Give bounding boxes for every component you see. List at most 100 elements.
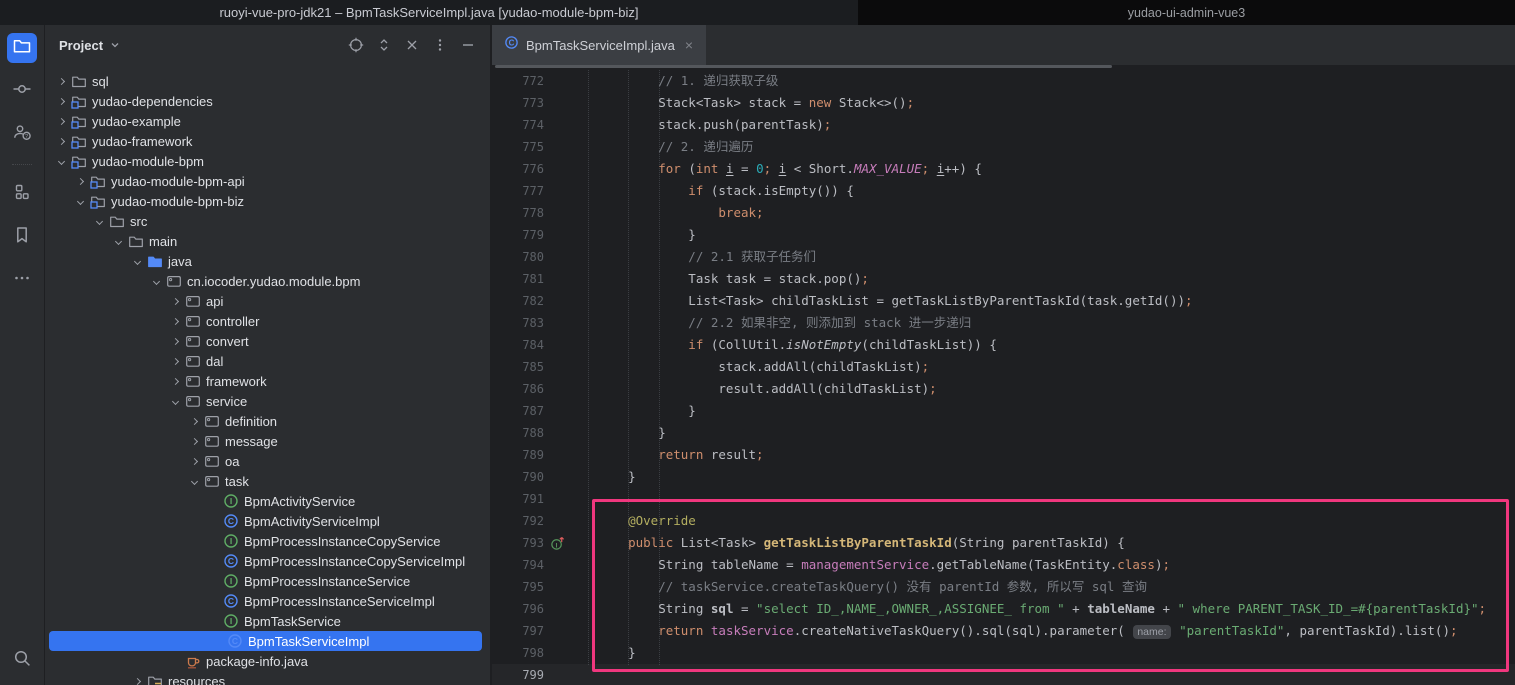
- gutter[interactable]: 797: [492, 624, 576, 638]
- code-text[interactable]: if (CollUtil.isNotEmpty(childTaskList)) …: [576, 334, 997, 356]
- chevron-right-icon[interactable]: [53, 119, 70, 124]
- line-number[interactable]: 788: [492, 426, 544, 440]
- gutter[interactable]: 793I: [492, 536, 576, 551]
- gutter[interactable]: 777: [492, 184, 576, 198]
- code-text[interactable]: break;: [576, 202, 764, 224]
- gutter[interactable]: 790: [492, 470, 576, 484]
- line-number[interactable]: 795: [492, 580, 544, 594]
- line-number[interactable]: 792: [492, 514, 544, 528]
- code-line-776[interactable]: 776 for (int i = 0; i < Short.MAX_VALUE;…: [492, 158, 1515, 180]
- code-line-780[interactable]: 780 // 2.1 获取子任务们: [492, 246, 1515, 268]
- locate-file-icon[interactable]: [344, 33, 368, 57]
- line-number[interactable]: 781: [492, 272, 544, 286]
- tree-item-yudao-example[interactable]: yudao-example: [45, 111, 490, 131]
- gutter[interactable]: 792: [492, 514, 576, 528]
- code-text[interactable]: @Override: [576, 510, 696, 532]
- gutter[interactable]: 779: [492, 228, 576, 242]
- gutter[interactable]: 794: [492, 558, 576, 572]
- chevron-right-icon[interactable]: [167, 299, 184, 304]
- gutter[interactable]: 782: [492, 294, 576, 308]
- tree-item-yudao-framework[interactable]: yudao-framework: [45, 131, 490, 151]
- gutter[interactable]: 789: [492, 448, 576, 462]
- line-number[interactable]: 777: [492, 184, 544, 198]
- line-number[interactable]: 787: [492, 404, 544, 418]
- activity-more-tool-windows-button[interactable]: [7, 265, 37, 295]
- line-number[interactable]: 785: [492, 360, 544, 374]
- code-text[interactable]: // 2.2 如果非空, 则添加到 stack 进一步递归: [576, 312, 971, 334]
- line-number[interactable]: 797: [492, 624, 544, 638]
- line-number[interactable]: 774: [492, 118, 544, 132]
- tree-item-src[interactable]: src: [45, 211, 490, 231]
- code-text[interactable]: stack.addAll(childTaskList);: [576, 356, 929, 378]
- code-text[interactable]: }: [576, 224, 696, 246]
- line-number[interactable]: 773: [492, 96, 544, 110]
- code-line-788[interactable]: 788 }: [492, 422, 1515, 444]
- tree-item-task[interactable]: task: [45, 471, 490, 491]
- chevron-down-icon[interactable]: [148, 279, 165, 284]
- implements-method-icon[interactable]: I: [544, 536, 570, 551]
- hide-panel-icon[interactable]: [456, 33, 480, 57]
- code-text[interactable]: }: [576, 466, 636, 488]
- line-number[interactable]: 775: [492, 140, 544, 154]
- tree-item-controller[interactable]: controller: [45, 311, 490, 331]
- gutter[interactable]: 780: [492, 250, 576, 264]
- tree-item-resources[interactable]: resources: [45, 671, 490, 685]
- gutter[interactable]: 772: [492, 74, 576, 88]
- code-line-798[interactable]: 798 }: [492, 642, 1515, 664]
- chevron-right-icon[interactable]: [167, 379, 184, 384]
- code-text[interactable]: return taskService.createNativeTaskQuery…: [576, 620, 1458, 643]
- chevron-right-icon[interactable]: [186, 419, 203, 424]
- code-line-796[interactable]: 796 String sql = "select ID_,NAME_,OWNER…: [492, 598, 1515, 620]
- line-number[interactable]: 776: [492, 162, 544, 176]
- code-text[interactable]: Task task = stack.pop();: [576, 268, 869, 290]
- code-line-783[interactable]: 783 // 2.2 如果非空, 则添加到 stack 进一步递归: [492, 312, 1515, 334]
- activity-project-button[interactable]: [7, 33, 37, 63]
- tree-item-java[interactable]: java: [45, 251, 490, 271]
- chevron-right-icon[interactable]: [53, 139, 70, 144]
- code-text[interactable]: for (int i = 0; i < Short.MAX_VALUE; i++…: [576, 158, 982, 180]
- tree-item-bpmtaskservice[interactable]: IBpmTaskService: [45, 611, 490, 631]
- tree-item-bpmprocessinstancecopyserviceimpl[interactable]: CBpmProcessInstanceCopyServiceImpl: [45, 551, 490, 571]
- activity-search-everywhere-button[interactable]: [7, 645, 37, 675]
- chevron-down-icon[interactable]: [53, 159, 70, 164]
- gutter[interactable]: 773: [492, 96, 576, 110]
- tree-item-message[interactable]: message: [45, 431, 490, 451]
- line-number[interactable]: 799: [492, 668, 544, 682]
- tree-item-yudao-module-bpm-api[interactable]: yudao-module-bpm-api: [45, 171, 490, 191]
- line-number[interactable]: 796: [492, 602, 544, 616]
- chevron-right-icon[interactable]: [186, 459, 203, 464]
- more-options-icon[interactable]: [428, 33, 452, 57]
- tree-item-sql[interactable]: sql: [45, 71, 490, 91]
- collapse-all-icon[interactable]: [400, 33, 424, 57]
- line-number[interactable]: 790: [492, 470, 544, 484]
- gutter[interactable]: 778: [492, 206, 576, 220]
- gutter[interactable]: 781: [492, 272, 576, 286]
- line-number[interactable]: 793: [492, 536, 544, 550]
- code-line-781[interactable]: 781 Task task = stack.pop();: [492, 268, 1515, 290]
- expand-all-icon[interactable]: [372, 33, 396, 57]
- code-line-773[interactable]: 773 Stack<Task> stack = new Stack<>();: [492, 92, 1515, 114]
- line-number[interactable]: 782: [492, 294, 544, 308]
- line-number[interactable]: 772: [492, 74, 544, 88]
- code-line-777[interactable]: 777 if (stack.isEmpty()) {: [492, 180, 1515, 202]
- tree-item-main[interactable]: main: [45, 231, 490, 251]
- tree-item-yudao-dependencies[interactable]: yudao-dependencies: [45, 91, 490, 111]
- gutter[interactable]: 787: [492, 404, 576, 418]
- gutter[interactable]: 784: [492, 338, 576, 352]
- tree-item-definition[interactable]: definition: [45, 411, 490, 431]
- gutter[interactable]: 799: [492, 668, 576, 682]
- code-line-782[interactable]: 782 List<Task> childTaskList = getTaskLi…: [492, 290, 1515, 312]
- tab-bpmtaskserviceimpl[interactable]: C BpmTaskServiceImpl.java ×: [492, 25, 706, 65]
- code-line-787[interactable]: 787 }: [492, 400, 1515, 422]
- code-line-790[interactable]: 790 }: [492, 466, 1515, 488]
- code-text[interactable]: String sql = "select ID_,NAME_,OWNER_,AS…: [576, 598, 1486, 620]
- chevron-down-icon[interactable]: [91, 219, 108, 224]
- tree-item-bpmtaskserviceimpl[interactable]: CBpmTaskServiceImpl: [49, 631, 482, 651]
- code-text[interactable]: // 1. 递归获取子级: [576, 70, 778, 92]
- code-line-793[interactable]: 793I public List<Task> getTaskListByPare…: [492, 532, 1515, 554]
- code-text[interactable]: Stack<Task> stack = new Stack<>();: [576, 92, 914, 114]
- chevron-right-icon[interactable]: [167, 359, 184, 364]
- gutter[interactable]: 788: [492, 426, 576, 440]
- chevron-down-icon[interactable]: [129, 259, 146, 264]
- line-number[interactable]: 779: [492, 228, 544, 242]
